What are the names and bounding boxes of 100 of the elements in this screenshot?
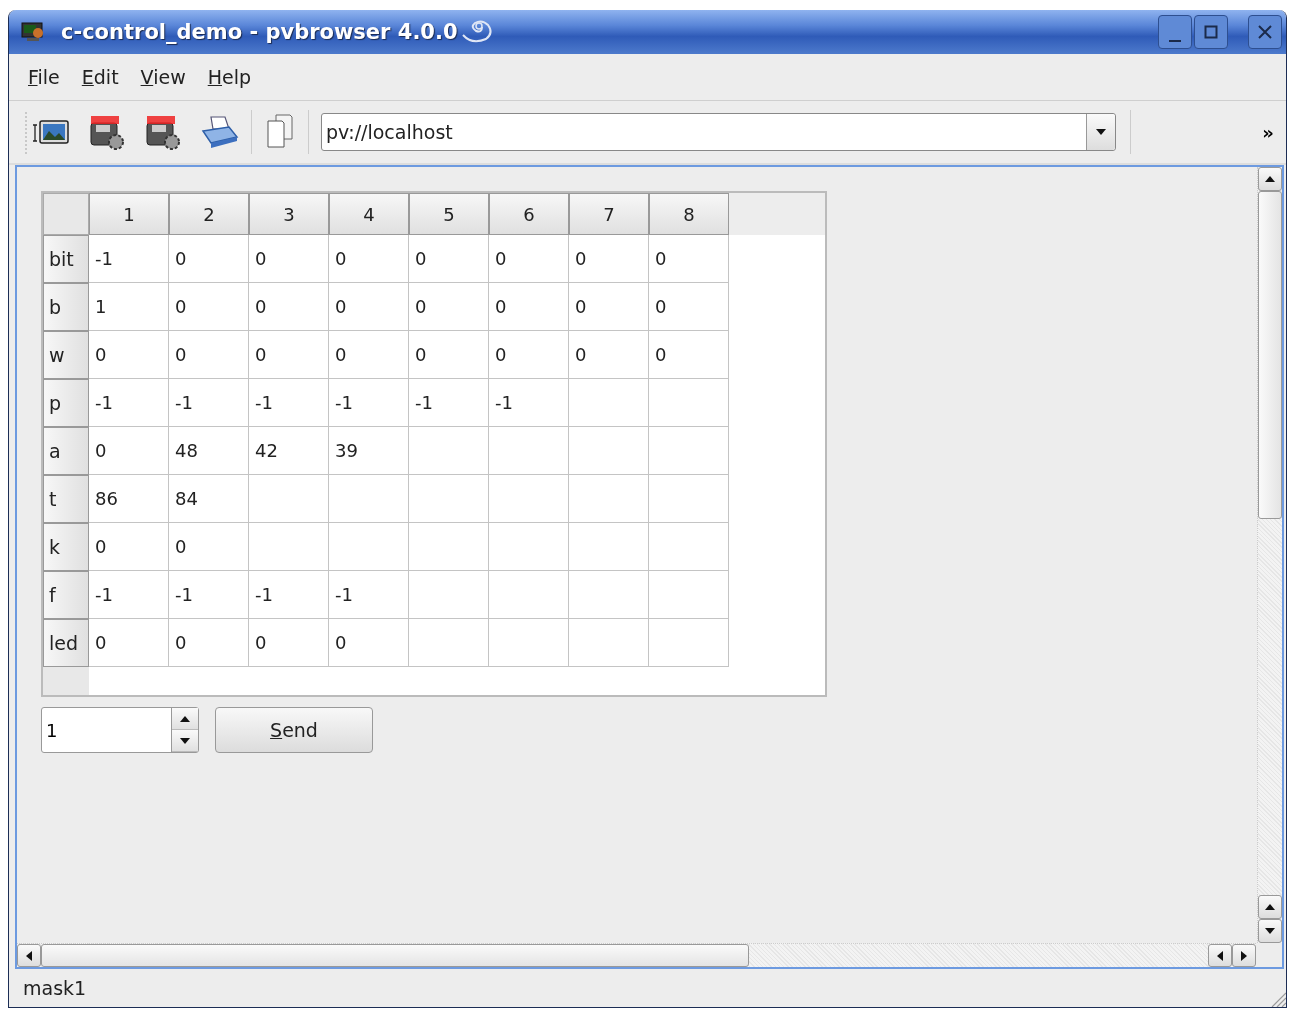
window-title: c-control_demo - pvbrowser 4.0.0 [61, 20, 458, 44]
table-cell: 0 [649, 235, 729, 283]
scroll-right-button[interactable] [1232, 944, 1256, 967]
table-cell: 0 [329, 619, 409, 667]
triangle-down-icon [1265, 928, 1275, 934]
menu-item[interactable]: View [140, 66, 186, 88]
printer-icon[interactable] [199, 113, 239, 151]
table-cell: 0 [569, 283, 649, 331]
scroll-up-button[interactable] [1258, 167, 1282, 191]
triangle-up-icon [180, 715, 190, 722]
copy-icon[interactable] [264, 113, 296, 151]
table-cell: 0 [569, 235, 649, 283]
close-icon [1257, 24, 1273, 40]
row-header[interactable]: led [43, 619, 89, 667]
table-cell: -1 [409, 379, 489, 427]
table-cell: 0 [249, 331, 329, 379]
spin-down-button[interactable] [172, 730, 198, 752]
floppy-gear-icon[interactable] [87, 113, 127, 151]
close-button[interactable] [1248, 15, 1282, 49]
table-cell: 0 [169, 235, 249, 283]
dropdown-button[interactable] [1086, 114, 1115, 150]
table-cell: 84 [169, 475, 249, 523]
table-cell: -1 [89, 235, 169, 283]
row-header[interactable]: k [43, 523, 89, 571]
column-header[interactable]: 6 [489, 193, 569, 235]
column-header[interactable]: 5 [409, 193, 489, 235]
table-cell: 0 [169, 331, 249, 379]
table-cell: 0 [169, 283, 249, 331]
table-cell: 39 [329, 427, 409, 475]
table-cell: 42 [249, 427, 329, 475]
floppy-gear-icon[interactable] [143, 113, 183, 151]
spin-up-button[interactable] [172, 708, 198, 730]
table-cell: 0 [409, 235, 489, 283]
row-header[interactable]: f [43, 571, 89, 619]
row-header[interactable]: b [43, 283, 89, 331]
row-header[interactable]: w [43, 331, 89, 379]
column-header[interactable]: 1 [89, 193, 169, 235]
maximize-icon [1203, 24, 1219, 40]
table-cell: 0 [329, 283, 409, 331]
triangle-left-icon [1217, 950, 1223, 961]
table-cell: 0 [249, 235, 329, 283]
table-cell: 0 [409, 331, 489, 379]
triangle-down-icon [1095, 128, 1107, 136]
send-button[interactable]: Send [215, 707, 373, 753]
toolbar-overflow-button[interactable]: » [1262, 121, 1274, 143]
table-cell: 0 [489, 235, 569, 283]
scroll-up-button[interactable] [1258, 895, 1282, 919]
table-cell: 0 [489, 331, 569, 379]
table-cell: -1 [249, 571, 329, 619]
column-header[interactable]: 7 [569, 193, 649, 235]
table-cell: 0 [649, 283, 729, 331]
table-cell: -1 [329, 379, 409, 427]
scroll-left-button[interactable] [17, 944, 41, 967]
table-cell: -1 [249, 379, 329, 427]
table-cell: 0 [89, 331, 169, 379]
table-cell: 0 [489, 283, 569, 331]
table-cell: 0 [169, 523, 249, 571]
menu-item[interactable]: Edit [81, 66, 119, 88]
table-cell: 0 [89, 427, 169, 475]
scroll-left-button[interactable] [1208, 944, 1232, 967]
table-cell: 48 [169, 427, 249, 475]
table-cell: -1 [489, 379, 569, 427]
minimize-icon [1169, 40, 1181, 42]
triangle-down-icon [180, 737, 190, 744]
row-header-background [43, 667, 89, 695]
status-text: mask1 [23, 977, 88, 999]
table-cell: 86 [89, 475, 169, 523]
column-header[interactable]: 8 [649, 193, 729, 235]
row-header[interactable]: a [43, 427, 89, 475]
table-corner [43, 193, 89, 235]
table-cell: 0 [329, 235, 409, 283]
table-cell: 0 [169, 619, 249, 667]
row-header[interactable]: p [43, 379, 89, 427]
table-cell: -1 [89, 571, 169, 619]
monitor-icon [21, 21, 45, 43]
table-cell: 0 [569, 331, 649, 379]
maximize-button[interactable] [1194, 15, 1228, 49]
spin-box[interactable]: 1 [41, 707, 199, 753]
column-header[interactable]: 4 [329, 193, 409, 235]
table-cell: -1 [89, 379, 169, 427]
table-cell: -1 [329, 571, 409, 619]
menu-item[interactable]: File [28, 66, 60, 88]
minimize-button[interactable] [1158, 15, 1192, 49]
toolbar-grip[interactable] [23, 109, 29, 155]
menu-item[interactable]: Help [207, 66, 252, 88]
triangle-up-icon [1265, 176, 1275, 182]
scroll-down-button[interactable] [1258, 919, 1282, 943]
triangle-up-icon [1265, 904, 1275, 910]
table-cell: 1 [89, 283, 169, 331]
row-header[interactable]: bit [43, 235, 89, 283]
column-header[interactable]: 3 [249, 193, 329, 235]
table-cell: 0 [409, 283, 489, 331]
triangle-right-icon [1241, 950, 1247, 961]
table-cell: -1 [169, 379, 249, 427]
image-icon[interactable] [33, 117, 71, 147]
table-cell: 0 [249, 619, 329, 667]
address-combo-box[interactable]: pv://localhost [321, 113, 1116, 151]
table-cell: 0 [649, 331, 729, 379]
row-header[interactable]: t [43, 475, 89, 523]
column-header[interactable]: 2 [169, 193, 249, 235]
